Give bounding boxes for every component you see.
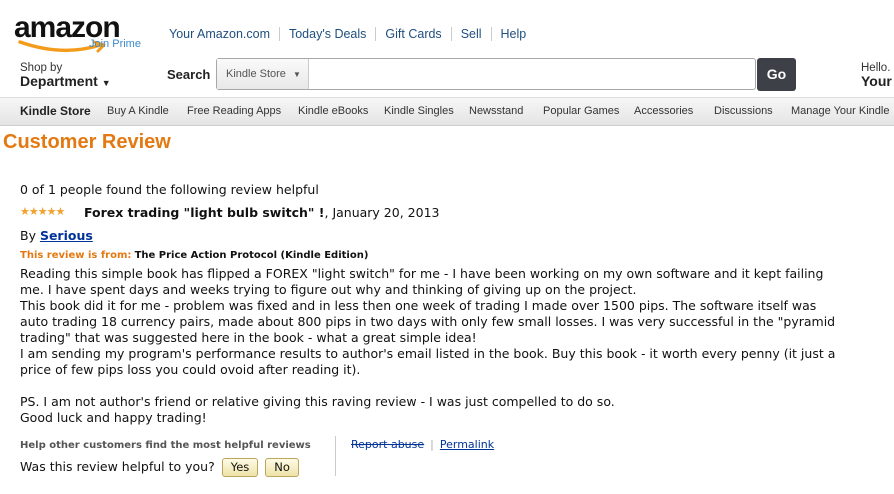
no-button[interactable]: No	[265, 458, 299, 477]
page-title: Customer Review	[3, 131, 171, 153]
top-nav: Your Amazon.com Today's Deals Gift Cards…	[160, 27, 535, 41]
department-label: Department ▼	[20, 73, 111, 89]
join-prime-link[interactable]: Join Prime	[89, 38, 141, 50]
review-links: Report abuse | Permalink	[351, 438, 494, 451]
subnav-manage-your-kindle[interactable]: Manage Your Kindle	[791, 105, 889, 117]
amazon-logo[interactable]: amazon Join Prime	[14, 12, 154, 58]
review-title: Forex trading "light bulb switch" !	[84, 205, 325, 220]
link-separator: |	[430, 438, 434, 451]
review-heading: Forex trading "light bulb switch" !, Jan…	[84, 205, 439, 220]
search-category-value: Kindle Store	[226, 68, 286, 80]
site-header: amazon Join Prime Your Amazon.com Today'…	[0, 0, 894, 96]
help-other-label: Help other customers find the most helpf…	[20, 440, 311, 451]
search-category-dropdown[interactable]: Kindle Store ▼	[217, 59, 309, 89]
your-account-label: Your	[861, 73, 892, 89]
helpful-question-text: Was this review helpful to you?	[20, 459, 215, 474]
helpful-question: Was this review helpful to you? Yes No	[20, 458, 299, 477]
subnav-kindle-store[interactable]: Kindle Store	[20, 104, 91, 118]
account-menu[interactable]: Hello. Your	[861, 62, 892, 89]
permalink-link[interactable]: Permalink	[440, 438, 494, 451]
review-date: , January 20, 2013	[324, 205, 440, 220]
star-rating-icon: ★★★★★	[20, 205, 65, 218]
subnav-free-reading-apps[interactable]: Free Reading Apps	[187, 105, 281, 117]
subnav-kindle-ebooks[interactable]: Kindle eBooks	[298, 105, 368, 117]
review-byline: By Serious	[20, 228, 93, 243]
kindle-subnav: Kindle Store Buy A Kindle Free Reading A…	[0, 97, 894, 126]
subnav-popular-games[interactable]: Popular Games	[543, 105, 619, 117]
helpful-count: 0 of 1 people found the following review…	[20, 182, 319, 197]
review-source: This review is from: The Price Action Pr…	[20, 250, 368, 261]
nav-todays-deals[interactable]: Today's Deals	[278, 27, 375, 41]
shop-by-department[interactable]: Shop by Department ▼	[20, 62, 111, 89]
subnav-kindle-singles[interactable]: Kindle Singles	[384, 105, 454, 117]
review-from-label: This review is from:	[20, 250, 132, 261]
search-go-button[interactable]: Go	[757, 58, 796, 91]
footer-divider	[335, 436, 336, 476]
nav-sell[interactable]: Sell	[450, 27, 491, 41]
subnav-buy-a-kindle[interactable]: Buy A Kindle	[107, 105, 169, 117]
nav-your-amazon[interactable]: Your Amazon.com	[160, 27, 279, 41]
subnav-discussions[interactable]: Discussions	[714, 105, 773, 117]
subnav-accessories[interactable]: Accessories	[634, 105, 693, 117]
report-abuse-link[interactable]: Report abuse	[351, 438, 424, 451]
product-link[interactable]: The Price Action Protocol (Kindle Editio…	[135, 250, 369, 261]
by-label: By	[20, 228, 40, 243]
nav-help[interactable]: Help	[490, 27, 536, 41]
nav-gift-cards[interactable]: Gift Cards	[375, 27, 450, 41]
caret-down-icon: ▼	[293, 70, 301, 79]
search-box: Kindle Store ▼	[216, 58, 756, 90]
caret-down-icon: ▼	[101, 78, 111, 88]
search-label: Search	[167, 67, 211, 82]
search-input[interactable]	[311, 61, 745, 87]
subnav-newsstand[interactable]: Newsstand	[469, 105, 523, 117]
review-body: Reading this simple book has flipped a F…	[20, 266, 836, 425]
author-link[interactable]: Serious	[40, 228, 93, 243]
yes-button[interactable]: Yes	[221, 458, 259, 477]
